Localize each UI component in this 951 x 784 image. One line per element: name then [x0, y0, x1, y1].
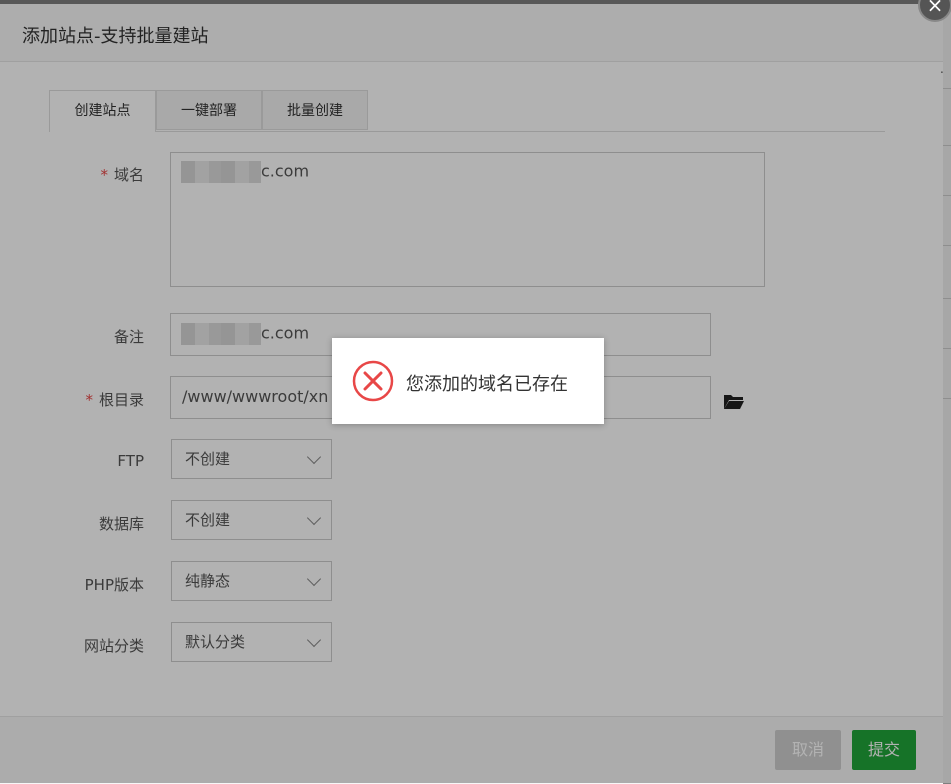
- error-circle-icon: [352, 360, 394, 402]
- toast-message: 您添加的域名已存在: [406, 374, 568, 395]
- error-toast: 您添加的域名已存在: [332, 338, 604, 424]
